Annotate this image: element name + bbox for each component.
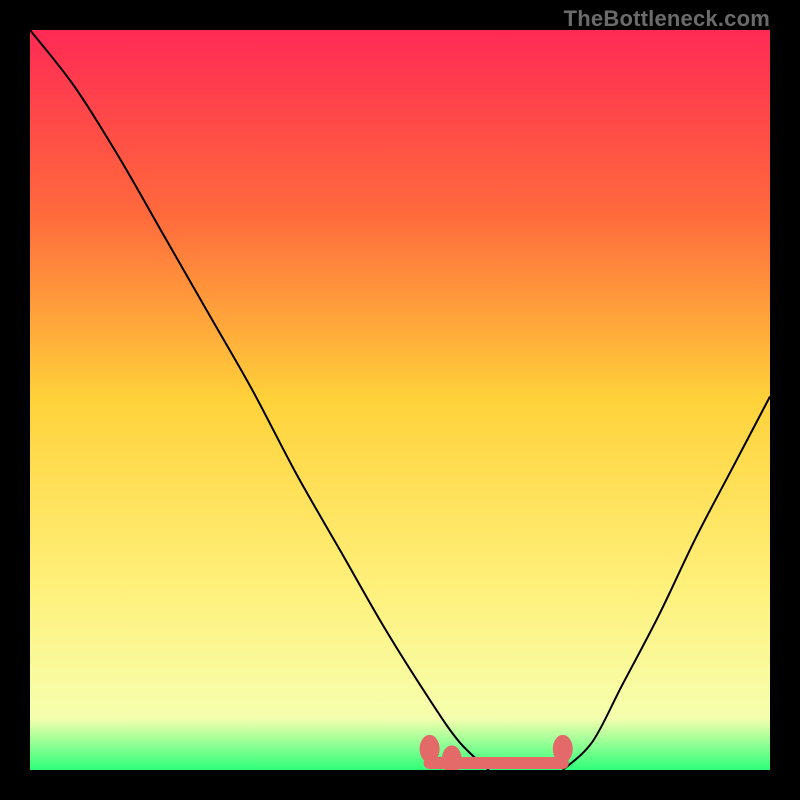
right-ascending-curve (563, 396, 770, 770)
accent-marker (442, 745, 462, 770)
accent-marker (553, 735, 573, 763)
plot-area (30, 30, 770, 770)
chart-svg (30, 30, 770, 770)
stage: TheBottleneck.com (0, 0, 800, 800)
watermark-text: TheBottleneck.com (564, 6, 770, 32)
left-descending-curve (30, 30, 489, 770)
accent-marker (420, 735, 440, 763)
